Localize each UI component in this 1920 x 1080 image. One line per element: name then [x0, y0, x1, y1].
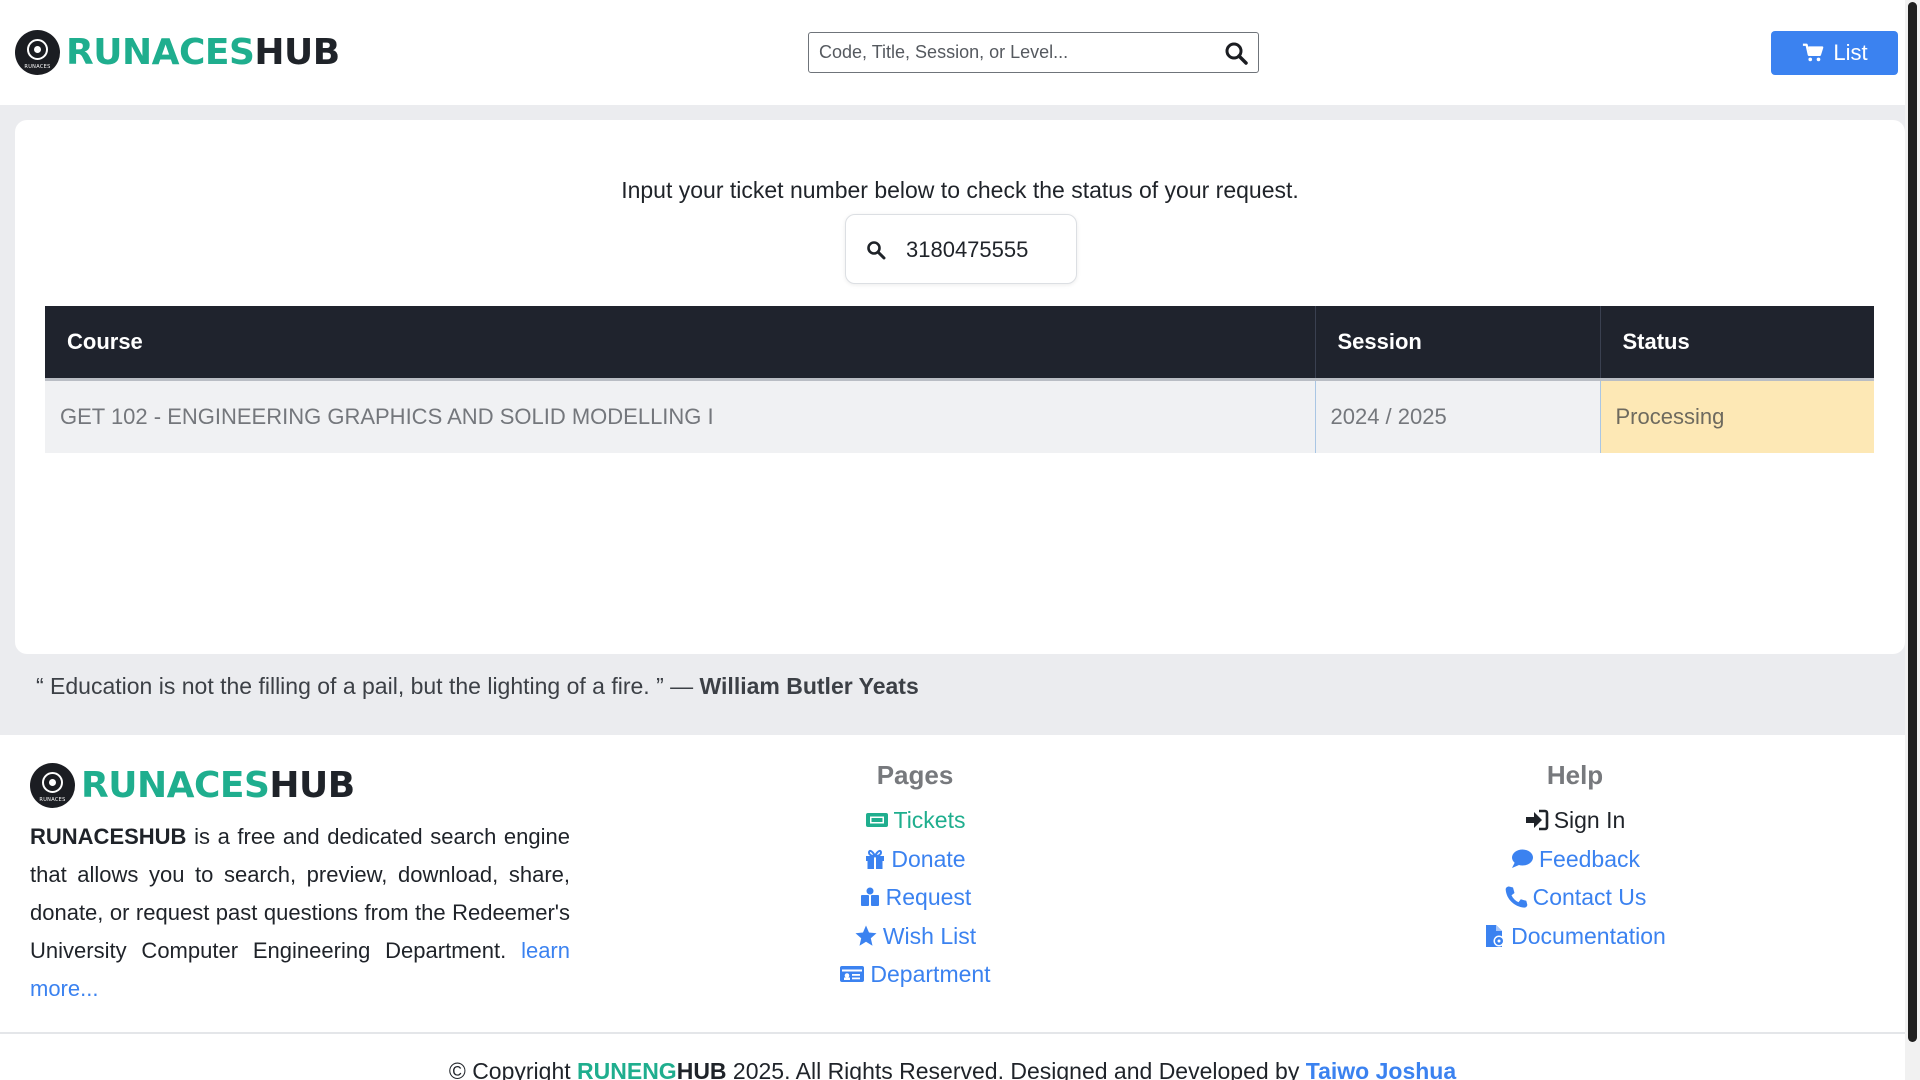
id-card-icon: [840, 966, 865, 983]
footer-link-wishlist[interactable]: Wish List: [815, 917, 1015, 956]
footer-link-label: Documentation: [1511, 922, 1666, 949]
copyright-brand-part2: HUB: [676, 1058, 727, 1080]
column-header-course: Course: [45, 306, 1316, 379]
copyright-brand-part1: RUNENG: [577, 1058, 677, 1080]
cart-icon: [1803, 43, 1824, 62]
search-icon: [867, 241, 886, 260]
author-link[interactable]: Taiwo Joshua: [1306, 1058, 1456, 1080]
logo-badge-icon: RUNACES: [15, 30, 60, 75]
footer-link-label: Tickets: [893, 807, 966, 833]
session-cell: 2024 / 2025: [1315, 377, 1601, 453]
ticket-status-card: Input your ticket number below to check …: [15, 120, 1905, 654]
table-row: GET 102 - ENGINEERING GRAPHICS AND SOLID…: [45, 377, 1874, 453]
top-navbar: RUNACES RUNACESHUB List: [0, 0, 1905, 105]
footer-link-label: Wish List: [882, 922, 977, 949]
gift-icon: [866, 849, 885, 869]
ticket-prompt: Input your ticket number below to check …: [621, 177, 1299, 203]
footer-help-column: Help Sign In Feedback Contact Us Documen…: [1455, 760, 1695, 955]
copyright-prefix: © Copyright: [448, 1058, 578, 1080]
footer-link-feedback[interactable]: Feedback: [1455, 840, 1695, 879]
logo-text-part2: HUB: [254, 32, 340, 73]
copyright: © Copyright RUNENGHUB 2025. All Rights R…: [0, 1058, 1905, 1080]
page-scrollbar[interactable]: [1905, 0, 1920, 1080]
hand-holding-icon: [860, 887, 879, 907]
quote-text: “ Education is not the filling of a pail…: [36, 673, 694, 699]
footer-link-label: Sign In: [1553, 807, 1626, 833]
search-icon[interactable]: [1224, 41, 1248, 65]
help-title: Help: [1546, 760, 1604, 790]
quote-author: William Butler Yeats: [699, 673, 919, 699]
course-cell: GET 102 - ENGINEERING GRAPHICS AND SOLID…: [45, 377, 1316, 453]
footer-link-label: Donate: [891, 845, 966, 872]
ticket-status-table: Course Session Status GET 102 - ENGINEER…: [45, 306, 1874, 453]
footer-link-label: Contact Us: [1532, 884, 1647, 910]
footer-link-documentation[interactable]: Documentation: [1455, 917, 1695, 956]
footer-link-label: Feedback: [1538, 845, 1640, 872]
phone-icon: [1505, 886, 1527, 908]
scrollbar-thumb[interactable]: [1908, 2, 1917, 1042]
global-search-input[interactable]: [809, 33, 1209, 72]
footer-divider: [0, 1032, 1905, 1034]
ticket-number-input[interactable]: [906, 233, 1066, 267]
footer-link-label: Department: [870, 961, 991, 987]
list-button-label: List: [1833, 40, 1868, 65]
column-header-session: Session: [1315, 306, 1601, 379]
footer-link-request[interactable]: Request: [815, 878, 1015, 917]
global-search: [808, 32, 1259, 73]
footer-logo-text: RUNACESHUB: [81, 765, 355, 806]
footer-link-contact[interactable]: Contact Us: [1455, 878, 1695, 917]
column-header-status: Status: [1600, 306, 1874, 379]
list-button[interactable]: List: [1771, 31, 1898, 75]
footer-link-label: Request: [885, 884, 972, 910]
logo-text-part1: RUNACES: [66, 32, 255, 73]
footer-desc-brand: RUNACESHUB: [30, 824, 187, 849]
footer-link-donate[interactable]: Donate: [815, 840, 1015, 879]
footer-link-sign-in[interactable]: Sign In: [1455, 801, 1695, 840]
footer-logo-part1: RUNACES: [81, 765, 270, 806]
logo-badge-icon: RUNACES: [30, 763, 75, 808]
footer-link-department[interactable]: Department: [815, 955, 1015, 994]
ticket-search-box: [845, 214, 1077, 284]
ticket-icon: [865, 813, 888, 828]
table-header-row: Course Session Status: [45, 306, 1874, 379]
quote: “ Education is not the filling of a pail…: [36, 673, 919, 700]
status-cell: Processing: [1600, 377, 1874, 453]
footer-logo[interactable]: RUNACES RUNACESHUB: [30, 763, 355, 808]
logo-text: RUNACESHUB: [66, 32, 340, 73]
footer: RUNACES RUNACESHUB RUNACESHUB is a free …: [0, 735, 1905, 1080]
copyright-middle: 2025. All Rights Reserved. Designed and …: [726, 1058, 1306, 1080]
file-icon: [1486, 924, 1505, 947]
comment-icon: [1511, 849, 1533, 868]
footer-link-tickets[interactable]: Tickets: [815, 801, 1015, 840]
footer-pages-column: Pages Tickets Donate Request Wish List D…: [815, 760, 1015, 994]
site-logo[interactable]: RUNACES RUNACESHUB: [15, 30, 340, 75]
pages-title: Pages: [876, 760, 954, 790]
star-icon: [855, 925, 877, 946]
sign-in-icon: [1525, 809, 1548, 831]
footer-logo-part2: HUB: [269, 765, 355, 806]
footer-description: RUNACESHUB is a free and dedicated searc…: [30, 818, 570, 1008]
